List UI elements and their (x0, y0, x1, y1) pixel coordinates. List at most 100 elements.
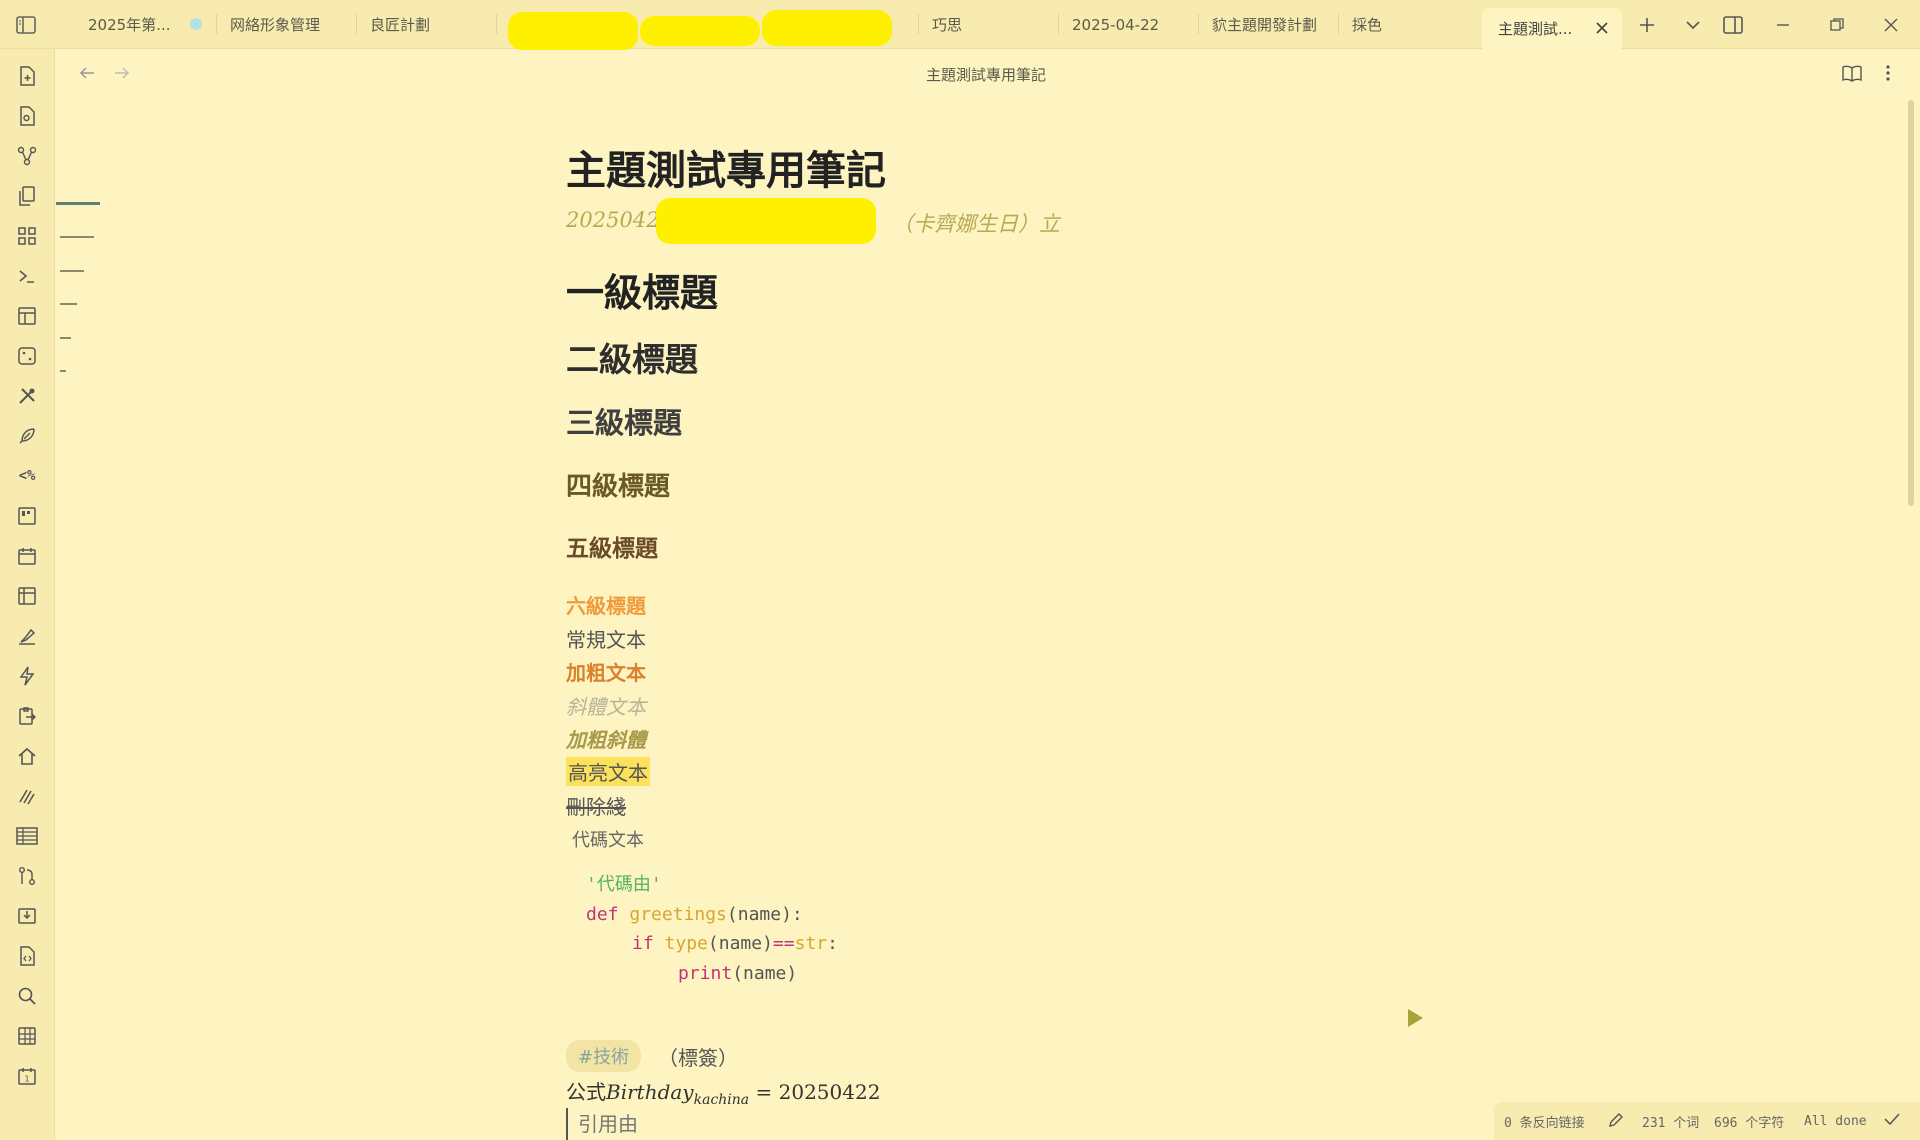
heading-level-5[interactable]: 五級標題 (566, 529, 658, 563)
formula-variable: Birthday (606, 1080, 694, 1104)
normal-text[interactable]: 常規文本 (566, 624, 646, 653)
tab-status-icon (190, 18, 202, 30)
templater-icon[interactable]: <% (15, 464, 39, 488)
redaction-mark (640, 16, 760, 46)
code-params: (name) (732, 962, 798, 984)
formula-subscript: kachina (693, 1092, 750, 1108)
highlight-text[interactable]: 高亮文本 (566, 757, 650, 786)
tag-note-text[interactable]: （標簽） (658, 1042, 738, 1071)
code-line: print(name) (586, 959, 838, 989)
code-block[interactable]: '代碼由' def greetings(name): if type(name)… (586, 870, 838, 988)
excalidraw-icon[interactable] (15, 784, 39, 808)
restore-icon[interactable] (1824, 12, 1850, 38)
code-keyword: def (586, 903, 619, 925)
bold-text[interactable]: 加粗文本 (566, 657, 646, 686)
heading-level-6[interactable]: 六級標題 (566, 590, 646, 619)
calendar-icon[interactable] (15, 544, 39, 568)
graph-view-icon[interactable] (15, 144, 39, 168)
new-tab-icon[interactable] (1634, 12, 1660, 38)
file-code-icon[interactable] (15, 944, 39, 968)
word-count: 231 个词 (1642, 1115, 1700, 1131)
sidebar-toggle-icon[interactable] (14, 13, 38, 37)
feather-icon[interactable] (15, 424, 39, 448)
tab-item[interactable]: 良匠計劃 (354, 0, 494, 49)
minimize-icon[interactable] (1770, 12, 1796, 38)
tab-item[interactable]: 2025-04-22 (1056, 0, 1196, 49)
files-copy-icon[interactable] (15, 184, 39, 208)
table-grid-icon[interactable] (15, 1024, 39, 1048)
formula-line[interactable]: 公式Birthdaykachina = 20250422 (566, 1076, 880, 1108)
tab-label: 貁主題開發計劃 (1212, 16, 1318, 34)
tab-label: 主題測試... (1498, 20, 1573, 38)
run-code-play-icon[interactable] (1404, 1007, 1426, 1029)
dashboard-grid-icon[interactable] (15, 224, 39, 248)
heading-level-4[interactable]: 四級標題 (566, 466, 670, 503)
lightning-icon[interactable] (15, 664, 39, 688)
more-options-icon[interactable] (1876, 61, 1900, 85)
tab-label: 网絡形象管理 (230, 16, 321, 34)
git-compare-icon[interactable] (15, 864, 39, 888)
daily-note-calendar-icon[interactable]: 1 (15, 1064, 39, 1088)
note-subtitle-suffix[interactable]: （卡齊娜生日）立 (892, 208, 1060, 238)
random-dice-icon[interactable] (15, 344, 39, 368)
sync-status[interactable]: All done (1804, 1114, 1867, 1129)
status-bar: 0 条反向链接 231 个词 696 个字符 All done (1494, 1102, 1920, 1140)
tab-label: 2025-04-22 (1072, 15, 1160, 34)
outline-active-mark[interactable] (56, 202, 100, 205)
outline-mark[interactable] (60, 270, 84, 272)
view-header-title[interactable]: 主題測試專用筆記 (0, 64, 1920, 85)
note-title[interactable]: 主題測試專用筆記 (566, 138, 886, 196)
heading-level-2[interactable]: 二級標題 (566, 333, 698, 381)
code-builtin: print (678, 962, 733, 984)
layout-template-icon[interactable] (15, 304, 39, 328)
italic-text[interactable]: 斜體文本 (566, 691, 646, 720)
search-icon[interactable] (15, 984, 39, 1008)
close-window-icon[interactable] (1878, 12, 1904, 38)
code-class: str (794, 933, 828, 954)
scrollbar-thumb[interactable] (1908, 100, 1914, 506)
tab-item[interactable]: 貁主題開發計劃 (1196, 0, 1336, 49)
table-layout-icon[interactable] (15, 584, 39, 608)
kanban-board-icon[interactable] (15, 504, 39, 528)
outline-mark[interactable] (60, 370, 66, 372)
tab-list-chevron-icon[interactable] (1680, 12, 1706, 38)
backlinks-count[interactable]: 0 条反向链接 (1504, 1112, 1585, 1131)
tab-item-active[interactable]: 主題測試... (1482, 8, 1622, 49)
tag-pill[interactable]: #技術 (566, 1040, 642, 1072)
code-operator: == (772, 933, 795, 954)
tab-item[interactable]: 採色 (1336, 0, 1476, 49)
heading-level-3[interactable]: 三級標題 (566, 400, 682, 442)
code-line: '代碼由' (586, 870, 838, 900)
inline-code-text[interactable]: 代碼文本 (572, 826, 644, 852)
tab-bar: 2025年第... 网絡形象管理 良匠計劃 巧思 2025-04-22 貁主題開… (0, 0, 1920, 50)
checkmark-icon[interactable] (1884, 1112, 1900, 1130)
code-line: def greetings(name): (586, 900, 838, 930)
outline-mark[interactable] (60, 236, 94, 238)
outline-mark[interactable] (60, 303, 77, 305)
formula-equals: = 20250422 (755, 1080, 881, 1104)
code-function: type (664, 933, 708, 954)
tools-icon[interactable] (15, 384, 39, 408)
import-inbox-icon[interactable] (15, 904, 39, 928)
bold-italic-text[interactable]: 加粗斜體 (566, 724, 646, 753)
reading-view-book-icon[interactable] (1840, 61, 1864, 85)
left-ribbon: <% 1 (0, 49, 55, 1140)
tab-label: 採色 (1352, 16, 1383, 34)
clipboard-export-icon[interactable] (15, 704, 39, 728)
tab-item[interactable]: 网絡形象管理 (214, 0, 354, 49)
edit-pencil-icon[interactable] (1608, 1112, 1624, 1132)
close-tab-icon[interactable] (1592, 18, 1612, 38)
outline-mark[interactable] (60, 337, 71, 339)
svg-text:1: 1 (24, 1075, 29, 1084)
right-sidebar-toggle-icon[interactable] (1720, 12, 1746, 38)
home-icon[interactable] (15, 744, 39, 768)
heading-level-1[interactable]: 一級標題 (566, 262, 718, 317)
blockquote[interactable]: 引用由 (566, 1108, 638, 1140)
tab-item[interactable]: 巧思 (916, 0, 1056, 49)
code-line: if type(name)==str: (586, 929, 838, 959)
terminal-icon[interactable] (15, 264, 39, 288)
highlighter-icon[interactable] (15, 624, 39, 648)
strikethrough-text[interactable]: 刪除綫 (566, 791, 626, 820)
spreadsheet-icon[interactable] (15, 824, 39, 848)
open-quick-switcher-icon[interactable] (15, 104, 39, 128)
